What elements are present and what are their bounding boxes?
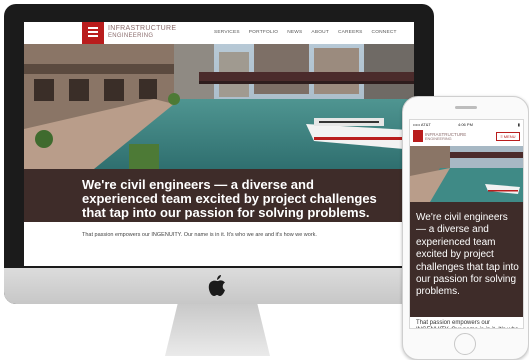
nav-item-portfolio[interactable]: PORTFOLIO — [249, 30, 278, 35]
phone-speaker — [455, 106, 477, 109]
mobile-logo-icon[interactable] — [413, 130, 423, 142]
battery-icon: ▮ — [517, 122, 520, 127]
logo-icon[interactable] — [82, 22, 104, 44]
headline-text: We're civil engineers — a diverse and ex… — [82, 177, 377, 220]
status-bar: ••••• AT&T 4:06 PM ▮ — [410, 120, 523, 128]
iphone-frame: ••••• AT&T 4:06 PM ▮ INFRASTRUCTURE ENGI… — [402, 96, 529, 360]
main-nav: SERVICES PORTFOLIO NEWS ABOUT CAREERS CO… — [214, 30, 397, 35]
hero-image — [24, 44, 414, 169]
carrier-label: ••••• AT&T — [413, 122, 431, 127]
mobile-tagline-text: That passion empowers our INGENUITY. Our… — [416, 320, 518, 328]
logo-line1[interactable]: INFRASTRUCTURE — [108, 25, 176, 32]
mobile-screen: ••••• AT&T 4:06 PM ▮ INFRASTRUCTURE ENGI… — [409, 119, 524, 329]
desktop-screen: INFRASTRUCTURE ENGINEERING SERVICES PORT… — [24, 22, 414, 266]
headline-band: We're civil engineers — a diverse and ex… — [24, 169, 414, 222]
home-button-icon[interactable] — [454, 333, 476, 355]
apple-icon — [208, 275, 225, 296]
mobile-headline-text: We're civil engineers — a diverse and ex… — [416, 212, 519, 298]
mobile-logo-line2: ENGINEERING — [425, 137, 452, 141]
hamburger-icon: ≡ — [500, 134, 503, 139]
imac-frame: INFRASTRUCTURE ENGINEERING SERVICES PORT… — [4, 4, 434, 304]
nav-item-careers[interactable]: CAREERS — [338, 30, 363, 35]
menu-button[interactable]: ≡ MENU — [496, 132, 520, 141]
menu-label: MENU — [503, 134, 516, 139]
imac-chin — [4, 268, 434, 304]
imac-stand — [165, 304, 270, 356]
clock-label: 4:06 PM — [458, 122, 473, 127]
nav-item-about[interactable]: ABOUT — [311, 30, 329, 35]
chicago-riverwalk-photo — [24, 44, 414, 169]
nav-item-services[interactable]: SERVICES — [214, 30, 240, 35]
tagline-text: That passion empowers our INGENUITY. Our… — [82, 232, 317, 238]
mobile-hero-image — [410, 146, 523, 202]
nav-item-news[interactable]: NEWS — [287, 30, 302, 35]
logo-line2: ENGINEERING — [108, 33, 154, 39]
mobile-river-photo — [410, 146, 523, 202]
nav-item-connect[interactable]: CONNECT — [372, 30, 397, 35]
site-header: INFRASTRUCTURE ENGINEERING SERVICES PORT… — [24, 22, 414, 44]
mobile-site-header: INFRASTRUCTURE ENGINEERING ≡ MENU — [410, 128, 523, 146]
mobile-headline-band: We're civil engineers — a diverse and ex… — [410, 202, 523, 317]
